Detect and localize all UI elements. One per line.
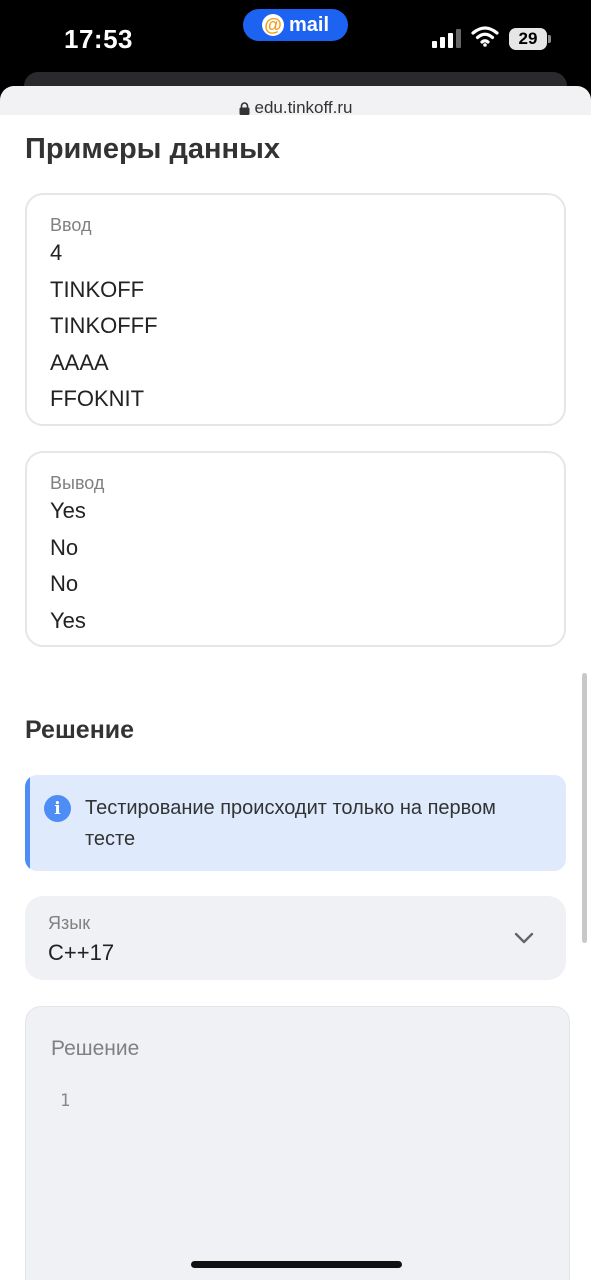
chevron-down-icon [514, 932, 534, 944]
output-example-box: Вывод Yes No No Yes [25, 451, 566, 647]
output-line: No [50, 571, 79, 596]
code-editor[interactable]: Решение 1 [25, 1006, 570, 1280]
battery-level: 29 [509, 28, 547, 50]
editor-label: Решение [51, 1037, 140, 1060]
info-alert: i Тестирование происходит только на перв… [25, 775, 566, 871]
mail-pill-label: mail [288, 13, 330, 36]
language-label: Язык [48, 913, 91, 933]
language-select[interactable]: Язык C++17 [25, 896, 566, 980]
input-line: AAAA [50, 350, 109, 375]
status-bar: 17:53 @ mail 29 [0, 0, 591, 80]
page-content: Примеры данных Ввод 4 TINKOFF TINKOFFF A… [0, 115, 591, 1280]
input-line: FFOKNIT [50, 386, 145, 411]
info-text: Тестирование происходит только на первом… [85, 797, 496, 850]
output-line: No [50, 535, 79, 560]
solution-title: Решение [25, 716, 135, 744]
mail-app-pill[interactable]: @ mail [243, 9, 348, 41]
output-label: Вывод [50, 473, 105, 493]
wifi-icon [471, 26, 499, 47]
status-time: 17:53 [64, 24, 133, 54]
examples-title: Примеры данных [25, 133, 280, 165]
input-line: TINKOFF [50, 277, 145, 302]
info-icon: i [44, 795, 71, 822]
language-value: C++17 [48, 940, 115, 965]
home-indicator[interactable] [191, 1261, 402, 1268]
lock-icon [239, 101, 249, 115]
info-accent-bar [25, 775, 30, 871]
input-example-box: Ввод 4 TINKOFF TINKOFFF AAAA FFOKNIT [25, 193, 566, 426]
input-line: TINKOFFF [50, 313, 158, 338]
input-label: Ввод [50, 215, 92, 235]
cellular-signal-icon [432, 29, 461, 48]
output-line: Yes [50, 608, 86, 633]
line-number: 1 [60, 1091, 71, 1111]
input-line: 4 [50, 240, 63, 265]
scrollbar[interactable] [582, 673, 587, 943]
output-line: Yes [50, 498, 86, 523]
battery-icon: 29 [509, 28, 551, 50]
mail-at-icon: @ [261, 14, 284, 36]
